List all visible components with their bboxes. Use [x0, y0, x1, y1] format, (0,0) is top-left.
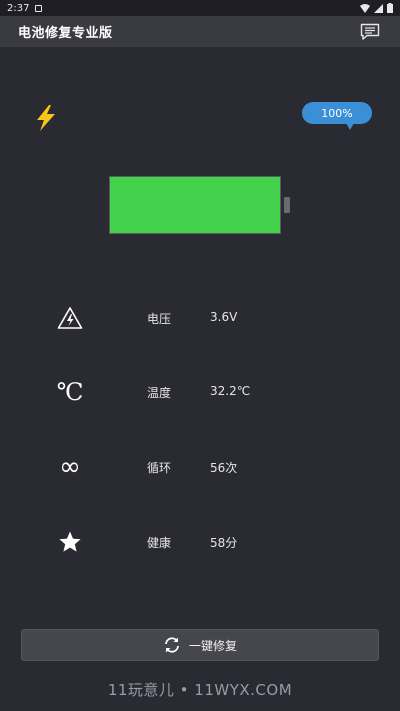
signal-icon: [374, 3, 383, 13]
stat-value: 32.2℃: [210, 384, 251, 398]
stat-label: 电压: [147, 312, 172, 326]
status-bar: 2:37: [0, 0, 400, 16]
battery-gauge: [109, 176, 281, 234]
battery-percent-label: 100%: [321, 106, 353, 120]
stat-row-voltage: 电压 3.6V: [0, 303, 400, 333]
battery-percent-badge: 100%: [302, 102, 372, 130]
stat-row-cycles: ∞ 循环 56次: [0, 452, 400, 482]
battery-terminal: [284, 197, 290, 213]
refresh-icon: [165, 637, 179, 653]
lightning-bolt-icon: [37, 105, 55, 131]
stat-label: 温度: [147, 386, 172, 400]
status-time: 2:37: [7, 2, 30, 14]
celsius-icon: ℃: [56, 378, 84, 406]
notification-icon: [35, 4, 43, 12]
screen: 2:37 电池修复专业版 100% 电压 3.6V ℃ 温度 32.2℃ ∞ 循…: [0, 0, 400, 711]
status-icons: [360, 3, 393, 13]
app-title: 电池修复专业版: [18, 26, 113, 41]
one-click-repair-button[interactable]: 一键修复: [21, 629, 379, 661]
stat-row-health: 健康 58分: [0, 527, 400, 557]
voltage-warning-icon: [55, 303, 85, 333]
stat-label: 循环: [147, 461, 172, 475]
stat-value: 56次: [210, 461, 238, 475]
stat-row-temperature: ℃ 温度 32.2℃: [0, 377, 400, 407]
stat-label: 健康: [147, 536, 172, 550]
stat-value: 3.6V: [210, 310, 238, 324]
app-bar: 电池修复专业版: [0, 16, 400, 47]
star-icon: [55, 527, 85, 557]
infinity-icon: ∞: [59, 452, 81, 482]
message-icon[interactable]: [358, 20, 382, 44]
repair-button-label: 一键修复: [188, 638, 237, 653]
stat-value: 58分: [210, 536, 238, 550]
battery-level-fill: [110, 177, 280, 233]
wifi-icon: [360, 3, 370, 13]
watermark: 11玩意儿 • 11WYX.COM: [107, 681, 293, 699]
battery-status-icon: [387, 3, 393, 13]
